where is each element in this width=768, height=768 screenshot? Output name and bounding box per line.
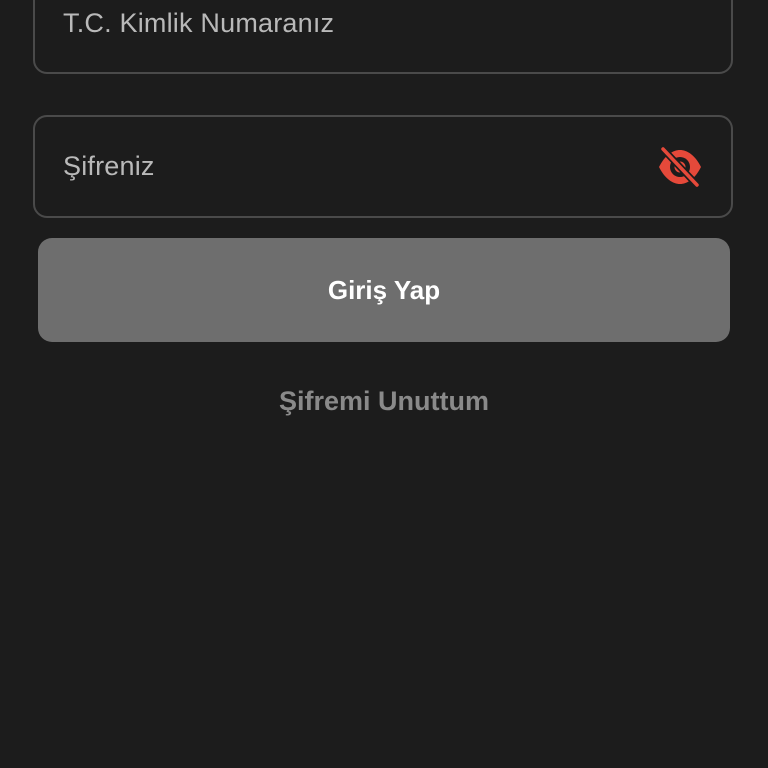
login-screen: T.C. Kimlik Numaranız Şifreniz Giriş Yap…: [0, 0, 768, 768]
tc-kimlik-input[interactable]: T.C. Kimlik Numaranız: [33, 0, 733, 74]
eye-off-icon[interactable]: [657, 145, 703, 189]
tc-kimlik-placeholder: T.C. Kimlik Numaranız: [63, 8, 335, 38]
forgot-password-link[interactable]: Şifremi Unuttum: [0, 386, 768, 417]
password-placeholder: Şifreniz: [63, 151, 155, 181]
login-button[interactable]: Giriş Yap: [38, 238, 730, 342]
password-input[interactable]: Şifreniz: [33, 115, 733, 218]
